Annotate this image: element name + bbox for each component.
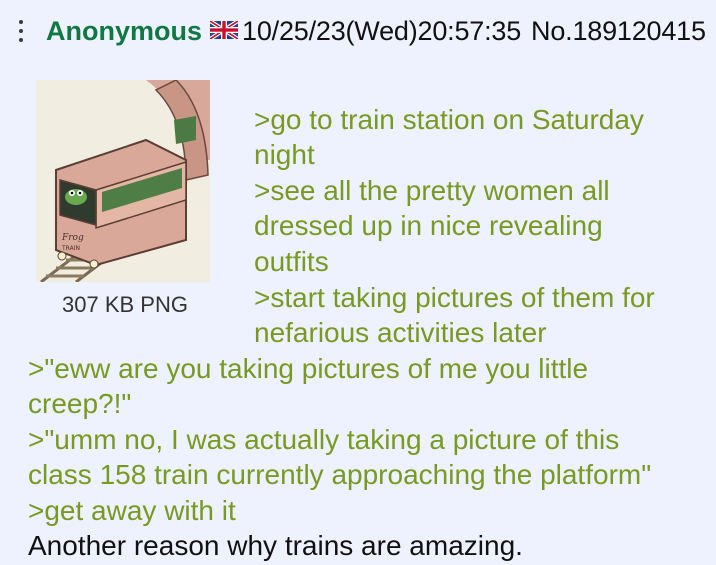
greentext-line: class 158 train currently approaching th…	[28, 459, 652, 490]
greentext-line: >get away with it	[28, 495, 236, 526]
greentext-line: >"umm no, I was actually taking a pictur…	[28, 424, 620, 455]
greentext-line: >see all the pretty women all	[254, 175, 610, 206]
text-line: Another reason why trains are amazing.	[28, 530, 523, 561]
greentext-line: >go to train station on Saturday	[254, 104, 644, 135]
greentext-line: nefarious activities later	[254, 317, 547, 348]
greentext-line: creep?!"	[28, 388, 132, 419]
greentext-line: night	[254, 139, 315, 170]
greentext-line: >"eww are you taking pictures of me you …	[28, 353, 589, 384]
post-message: >go to train station on Saturday night >…	[0, 0, 716, 565]
greentext-line: outfits	[254, 246, 329, 277]
greentext-line: >start taking pictures of them for	[254, 282, 655, 313]
greentext-line: dressed up in nice revealing	[254, 210, 603, 241]
